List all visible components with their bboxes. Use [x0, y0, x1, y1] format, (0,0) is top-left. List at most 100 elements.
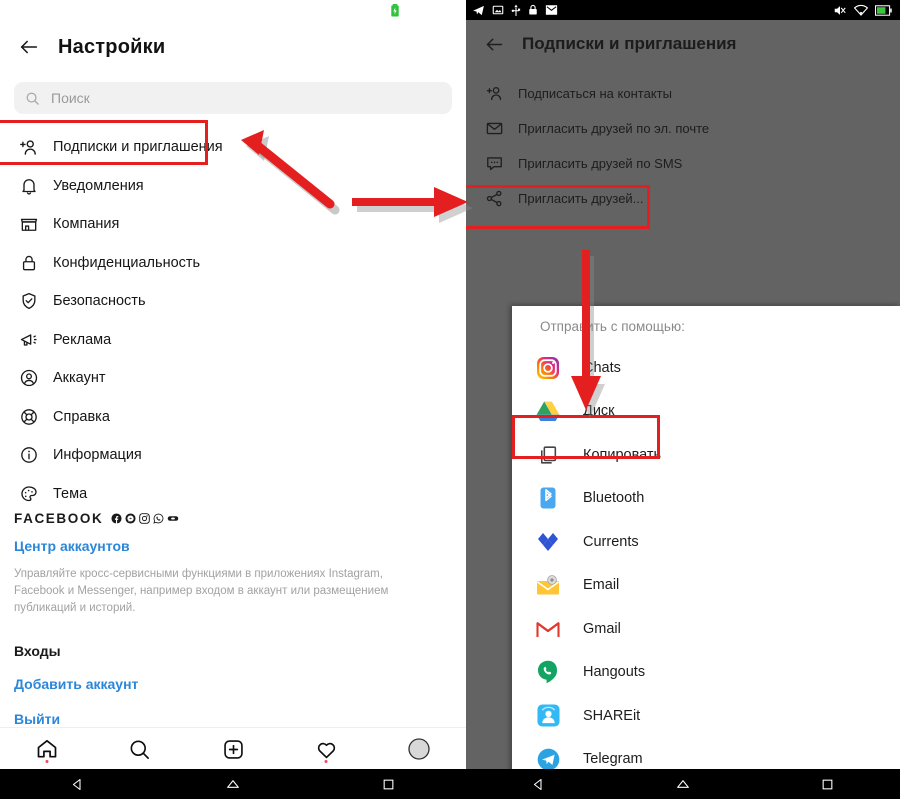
- logout-link[interactable]: Выйти: [14, 711, 452, 727]
- android-home-icon[interactable]: [611, 776, 756, 792]
- tab-profile[interactable]: [373, 728, 466, 770]
- share-option-currents[interactable]: Currents: [512, 520, 900, 564]
- oculus-icon: [168, 515, 179, 521]
- info-icon: [17, 444, 40, 467]
- add-person-icon: [484, 83, 505, 104]
- status-left-icons: [472, 4, 558, 17]
- home-icon: [37, 739, 56, 758]
- sidebar-item-label: Уведомления: [53, 177, 144, 194]
- facebook-heading: FACEBOOK: [14, 510, 104, 526]
- email-icon: [535, 572, 561, 598]
- shareit-icon: [535, 703, 561, 729]
- tab-home[interactable]: [0, 728, 93, 770]
- messenger-icon: [125, 512, 136, 524]
- menu-item-label: Подписаться на контакты: [518, 86, 672, 101]
- currents-icon: [535, 529, 561, 555]
- bluetooth-icon: [535, 485, 561, 511]
- android-back-icon[interactable]: [0, 777, 155, 792]
- back-arrow-icon[interactable]: [480, 30, 508, 58]
- sidebar-item-label: Справка: [53, 408, 110, 425]
- arrow-to-copy: [571, 250, 605, 418]
- sidebar-item-help[interactable]: Справка: [0, 398, 466, 437]
- share-option-label: Currents: [583, 533, 639, 550]
- left-phone-screen: Настройки Поиск Подписки и приглашения У…: [0, 0, 466, 799]
- page-title: Подписки и приглашения: [522, 34, 737, 53]
- sidebar-item-about[interactable]: Информация: [0, 436, 466, 475]
- add-account-link[interactable]: Добавить аккаунт: [14, 676, 452, 692]
- search-icon: [130, 740, 150, 759]
- menu-item-invite-email[interactable]: Пригласить друзей по эл. почте: [466, 111, 900, 146]
- account-circle-icon: [17, 367, 40, 390]
- back-arrow-icon[interactable]: [14, 32, 44, 62]
- home-badge-dot: [45, 760, 49, 763]
- mute-icon: [834, 5, 846, 15]
- sidebar-item-security[interactable]: Безопасность: [0, 282, 466, 321]
- sidebar-item-account[interactable]: Аккаунт: [0, 359, 466, 398]
- right-phone-screen: Подписки и приглашения Подписаться на ко…: [466, 0, 900, 799]
- android-recents-icon[interactable]: [755, 778, 900, 791]
- lock-icon: [529, 4, 537, 15]
- sidebar-item-ads[interactable]: Реклама: [0, 321, 466, 360]
- facebook-heading-row: FACEBOOK: [14, 508, 452, 528]
- search-input[interactable]: Поиск: [14, 82, 452, 114]
- battery-charging-icon: [391, 4, 399, 17]
- sidebar-item-privacy[interactable]: Конфиденциальность: [0, 244, 466, 283]
- heart-icon: [317, 742, 335, 758]
- logins-heading: Входы: [14, 643, 61, 659]
- share-option-email[interactable]: Email: [512, 564, 900, 608]
- android-recents-icon[interactable]: [311, 778, 466, 791]
- right-android-navbar: [466, 769, 900, 799]
- shield-check-icon: [17, 290, 40, 313]
- android-home-icon[interactable]: [155, 776, 310, 792]
- menu-item-label: Пригласить друзей по эл. почте: [518, 121, 710, 136]
- right-appbar: Подписки и приглашения: [466, 20, 900, 68]
- tab-activity[interactable]: [280, 728, 373, 770]
- highlight-invite-friends: [466, 185, 650, 229]
- whatsapp-icon: [153, 513, 164, 524]
- sidebar-item-label: Безопасность: [53, 293, 146, 310]
- left-android-navbar: [0, 769, 466, 799]
- palette-icon: [17, 482, 40, 505]
- battery-icon: [875, 4, 892, 16]
- share-option-shareit[interactable]: SHAREit: [512, 694, 900, 738]
- usb-icon: [511, 4, 521, 16]
- telegram-icon: [473, 5, 484, 15]
- sidebar-item-label: Информация: [53, 447, 142, 464]
- store-icon: [17, 213, 40, 236]
- envelope-icon: [484, 118, 505, 139]
- megaphone-icon: [17, 328, 40, 351]
- facebook-icon: [111, 512, 122, 524]
- sidebar-item-label: Компания: [53, 216, 120, 233]
- sidebar-item-label: Аккаунт: [53, 370, 106, 387]
- page-title: Настройки: [58, 35, 166, 58]
- email-icon: [545, 5, 558, 15]
- menu-item-invite-sms[interactable]: Пригласить друзей по SMS: [466, 146, 900, 181]
- share-option-label: Bluetooth: [583, 490, 645, 507]
- android-back-icon[interactable]: [466, 777, 611, 792]
- bell-icon: [17, 174, 40, 197]
- gmail-icon: [535, 616, 561, 642]
- wifi-icon: [854, 4, 868, 16]
- hangouts-icon: [535, 659, 561, 685]
- accounts-center-link[interactable]: Центр аккаунтов: [14, 538, 452, 554]
- chat-bubble-icon: [484, 153, 505, 174]
- menu-item-follow-contacts[interactable]: Подписаться на контакты: [466, 76, 900, 111]
- share-option-hangouts[interactable]: Hangouts: [512, 651, 900, 695]
- left-appbar: Настройки: [0, 22, 466, 72]
- screenshot-icon: [492, 5, 504, 15]
- share-option-label: Gmail: [583, 620, 621, 637]
- search-field-wrap: Поиск: [14, 82, 452, 114]
- right-status-bar: [466, 0, 900, 20]
- activity-badge-dot: [324, 760, 328, 763]
- share-option-bluetooth[interactable]: Bluetooth: [512, 477, 900, 521]
- share-option-label: SHAREit: [583, 707, 641, 724]
- status-right-icons: [833, 4, 892, 17]
- lock-icon: [17, 251, 40, 274]
- search-placeholder: Поиск: [51, 90, 90, 106]
- share-option-label: Email: [583, 577, 620, 594]
- tab-search[interactable]: [93, 728, 186, 770]
- tab-add-post[interactable]: [186, 728, 279, 770]
- lifebuoy-icon: [17, 405, 40, 428]
- facebook-section: FACEBOOK Центр аккаунтов Управляйте крос…: [14, 508, 452, 728]
- share-option-gmail[interactable]: Gmail: [512, 607, 900, 651]
